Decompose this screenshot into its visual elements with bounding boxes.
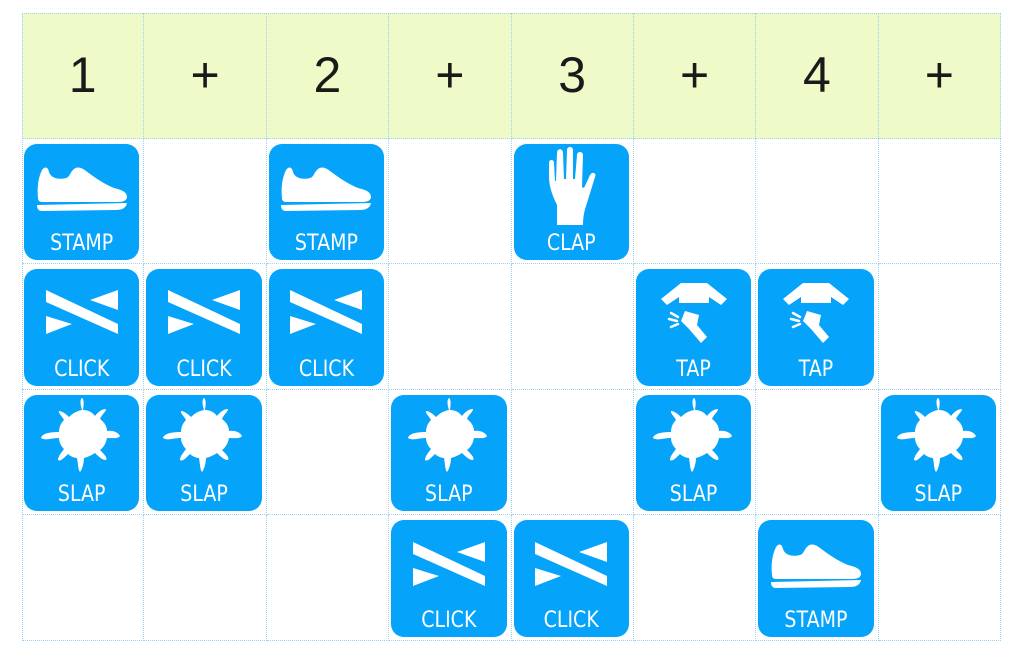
grid-cell[interactable]: CLICK [511, 515, 634, 641]
grid-cell[interactable]: SLAP [633, 389, 757, 516]
slap-tile[interactable]: SLAP [391, 394, 507, 512]
splat-icon [391, 395, 506, 482]
grid-cell[interactable] [144, 138, 267, 265]
grid-cell[interactable]: CLICK [389, 515, 512, 641]
slap-tile[interactable]: SLAP [146, 394, 262, 512]
rhythm-grid: 1 +2 +3 +4 + STAMP STAMP CLAP CLICK CLICK CL… [22, 13, 1001, 641]
grid-cell[interactable]: CLICK [144, 264, 267, 390]
splat-icon [146, 395, 261, 482]
splat-icon [24, 395, 139, 482]
tile-label: STAMP [294, 230, 358, 256]
grid-cell[interactable] [389, 138, 512, 265]
grid-cell[interactable] [511, 264, 634, 390]
tile-label: SLAP [669, 481, 718, 508]
clap-tile[interactable]: CLAP [513, 143, 629, 261]
slap-tile[interactable]: SLAP [24, 394, 140, 512]
grid-cell[interactable] [22, 515, 145, 641]
grid-cell[interactable] [633, 515, 757, 641]
hand-icon [514, 144, 629, 231]
grid-cell[interactable]: CLICK [266, 264, 390, 390]
beat-header-count: 3 [511, 13, 634, 139]
grid-cell[interactable] [878, 264, 1001, 390]
shoe-icon [758, 520, 873, 607]
tile-label: TAP [676, 356, 711, 382]
beat-header-and: + [878, 13, 1001, 139]
beat-header-and: + [144, 13, 267, 139]
click-tile[interactable]: CLICK [268, 269, 385, 386]
stamp-tile[interactable]: STAMP [758, 520, 874, 637]
tile-label: CLICK [176, 356, 232, 382]
grid-cell[interactable]: SLAP [389, 389, 512, 516]
grid-cell[interactable] [144, 515, 267, 641]
click-icon [269, 269, 384, 356]
grid-cell[interactable]: CLAP [511, 138, 634, 265]
tile-label: STAMP [784, 607, 848, 633]
click-icon [146, 269, 261, 356]
tile-label: SLAP [914, 481, 963, 508]
grid-cell[interactable]: SLAP [22, 389, 145, 516]
tap-tile[interactable]: TAP [635, 269, 752, 386]
tap-icon [636, 269, 751, 356]
click-icon [24, 269, 139, 356]
grid-cell[interactable] [389, 264, 512, 390]
tile-label: CLAP [546, 230, 596, 256]
grid-cell[interactable] [878, 138, 1001, 265]
beat-header-count: 2 [266, 13, 390, 139]
click-icon [514, 520, 629, 607]
beat-header-count: 4 [756, 13, 879, 139]
click-tile[interactable]: CLICK [513, 520, 629, 637]
tile-label: CLICK [543, 607, 599, 633]
grid-cell[interactable] [266, 515, 390, 641]
grid-cell[interactable]: TAP [756, 264, 879, 390]
tile-label: SLAP [57, 481, 106, 508]
shoe-icon [269, 144, 384, 231]
tile-label: SLAP [425, 481, 473, 508]
grid-cell[interactable] [756, 138, 879, 265]
click-icon [391, 520, 506, 607]
splat-icon [636, 395, 751, 482]
tap-icon [758, 269, 873, 356]
grid-cell[interactable]: CLICK [22, 264, 145, 390]
grid-cell[interactable]: TAP [633, 264, 757, 390]
grid-cell[interactable]: SLAP [878, 389, 1001, 516]
grid-cell[interactable]: STAMP [266, 138, 390, 265]
grid-cell[interactable]: STAMP [756, 515, 879, 641]
tile-label: STAMP [50, 230, 114, 256]
grid-cell[interactable]: STAMP [22, 138, 145, 265]
grid-cell[interactable] [511, 389, 634, 516]
beat-header-and: + [389, 13, 512, 139]
stamp-tile[interactable]: STAMP [24, 143, 140, 261]
beat-header-count: 1 [22, 13, 145, 139]
tile-label: CLICK [54, 356, 110, 382]
tile-label: CLICK [298, 356, 355, 382]
tap-tile[interactable]: TAP [758, 269, 874, 386]
tile-label: SLAP [180, 481, 228, 508]
grid-cell[interactable] [266, 389, 390, 516]
tile-label: TAP [798, 356, 834, 382]
click-tile[interactable]: CLICK [391, 520, 507, 637]
click-tile[interactable]: CLICK [24, 269, 140, 386]
shoe-icon [24, 144, 139, 231]
grid-cell[interactable]: SLAP [144, 389, 267, 516]
grid-cell[interactable] [878, 515, 1001, 641]
beat-header-and: + [633, 13, 757, 139]
grid-cell[interactable] [633, 138, 757, 265]
stamp-tile[interactable]: STAMP [268, 143, 385, 261]
slap-tile[interactable]: SLAP [635, 394, 752, 512]
click-tile[interactable]: CLICK [146, 269, 262, 386]
tile-label: CLICK [421, 607, 477, 633]
splat-icon [881, 395, 996, 482]
grid-cell[interactable] [756, 389, 879, 516]
slap-tile[interactable]: SLAP [880, 394, 996, 512]
